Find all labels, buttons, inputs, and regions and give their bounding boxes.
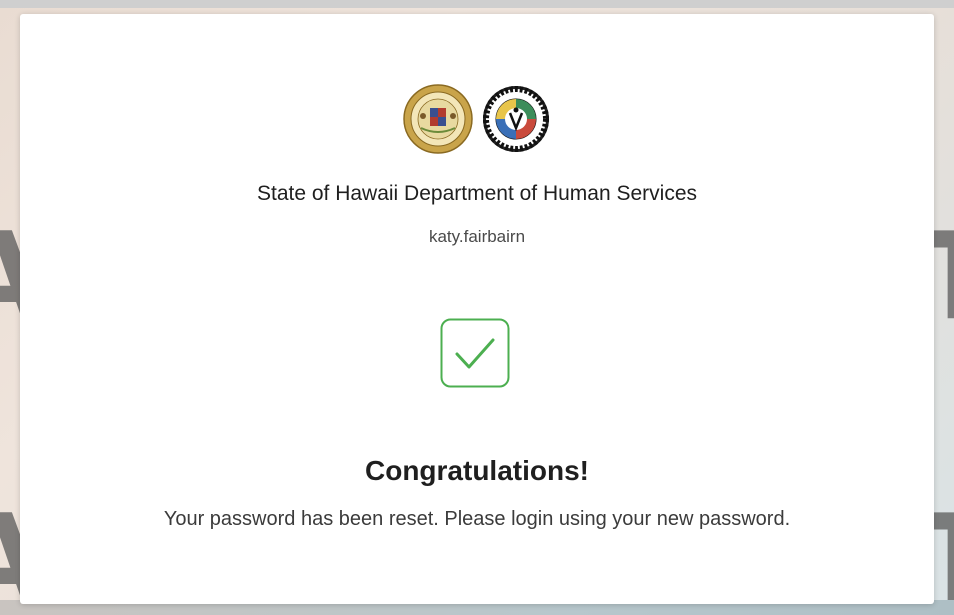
username-label: katy.fairbairn [428, 227, 526, 246]
department-of-human-services-logo-icon [483, 86, 549, 152]
password-reset-card: State of Hawaii Department of Human Serv… [20, 14, 934, 604]
top-band [0, 0, 954, 8]
success-heading: Congratulations! [365, 455, 589, 486]
organization-title: State of Hawaii Department of Human Serv… [256, 182, 698, 205]
logo-row [20, 84, 934, 156]
success-message: Your password has been reset. Please log… [163, 508, 791, 530]
check-icon [440, 318, 510, 388]
state-of-hawaii-seal-icon [403, 84, 473, 154]
